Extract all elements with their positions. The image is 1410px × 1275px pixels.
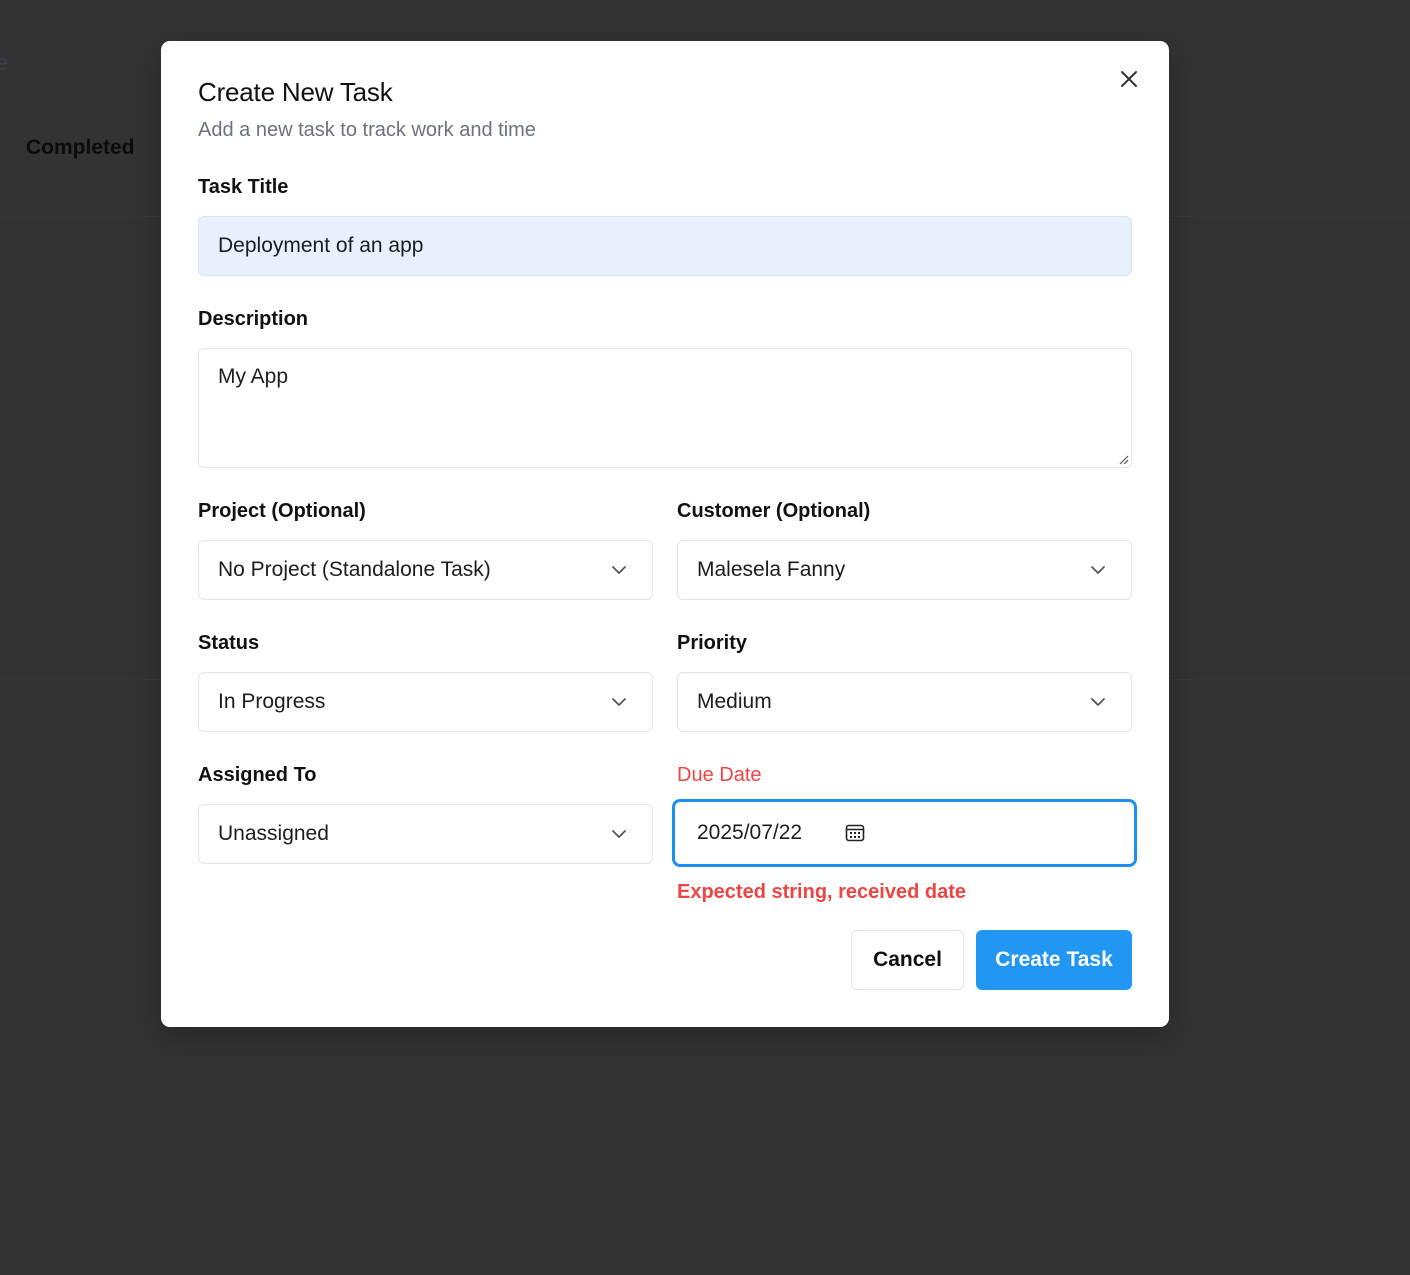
chevron-down-icon: [608, 559, 630, 581]
cancel-button[interactable]: Cancel: [851, 930, 964, 990]
status-select[interactable]: In Progress: [198, 672, 653, 732]
priority-label: Priority: [677, 632, 748, 654]
description-label: Description: [198, 308, 309, 330]
status-label: Status: [198, 632, 260, 654]
task-title-value: Deployment of an app: [218, 234, 424, 257]
chevron-down-icon: [1087, 691, 1109, 713]
priority-value: Medium: [697, 690, 772, 713]
due-date-value: 2025/07/22: [697, 821, 803, 844]
chevron-down-icon: [608, 691, 630, 713]
customer-value: Malesela Fanny: [697, 558, 846, 581]
task-title-input[interactable]: Deployment of an app: [198, 216, 1132, 276]
task-title-label: Task Title: [198, 176, 289, 198]
status-value: In Progress: [218, 690, 326, 713]
assigned-to-select[interactable]: Unassigned: [198, 804, 653, 864]
close-button[interactable]: [1115, 65, 1143, 93]
calendar-icon[interactable]: [844, 822, 866, 844]
create-task-button[interactable]: Create Task: [976, 930, 1132, 990]
due-date-error: Expected string, received date: [677, 881, 967, 903]
assigned-to-value: Unassigned: [218, 822, 329, 845]
customer-select[interactable]: Malesela Fanny: [677, 540, 1132, 600]
dialog-title: Create New Task: [198, 77, 393, 107]
description-textarea[interactable]: My App: [198, 348, 1132, 468]
due-date-input[interactable]: 2025/07/22: [672, 799, 1137, 867]
dialog-subtitle: Add a new task to track work and time: [198, 119, 536, 141]
project-label: Project (Optional): [198, 500, 366, 522]
priority-select[interactable]: Medium: [677, 672, 1132, 732]
resize-handle-icon[interactable]: [1117, 453, 1129, 465]
chevron-down-icon: [608, 823, 630, 845]
project-value: No Project (Standalone Task): [218, 558, 491, 581]
customer-label: Customer (Optional): [677, 500, 871, 522]
description-value: My App: [218, 365, 289, 388]
chevron-down-icon: [1087, 559, 1109, 581]
assigned-to-label: Assigned To: [198, 764, 317, 786]
due-date-label: Due Date: [677, 764, 762, 786]
project-select[interactable]: No Project (Standalone Task): [198, 540, 653, 600]
close-icon: [1121, 71, 1137, 87]
create-task-dialog: Create New Task Add a new task to track …: [161, 41, 1169, 1027]
